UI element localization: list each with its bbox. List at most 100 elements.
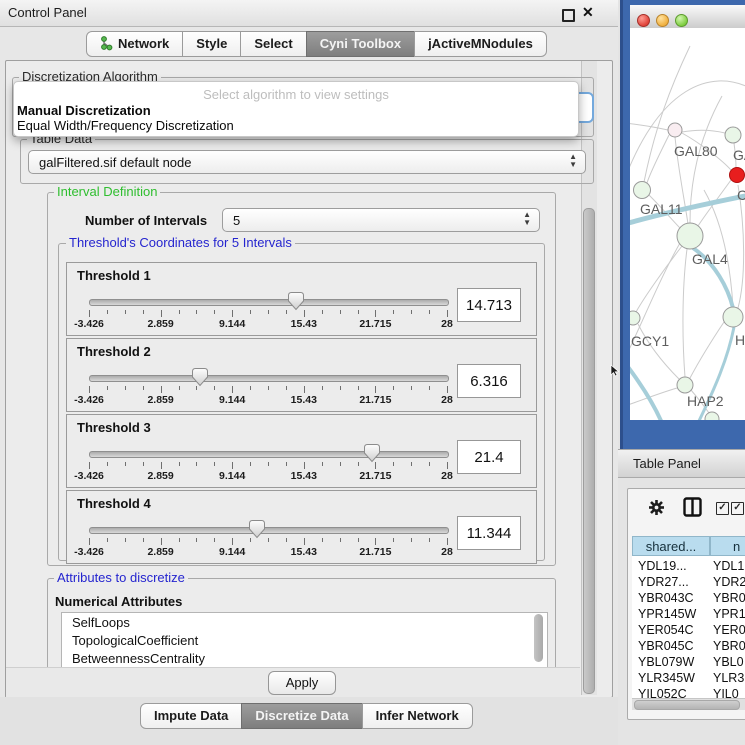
panel-scrollbar-thumb[interactable] — [583, 208, 595, 694]
node-label: GA — [733, 147, 745, 163]
control-panel-tabs: Network Style Select Cyni Toolbox jActiv… — [86, 31, 547, 57]
number-of-intervals-combobox[interactable]: 5 ▲▼ — [222, 208, 540, 232]
node-pink[interactable] — [668, 123, 682, 137]
node-table[interactable]: shared... n YDL19...YDL1 YDR27...YDR2 YB… — [632, 536, 745, 698]
table-row[interactable]: YPR145WYPR1 — [632, 607, 745, 624]
node-gal4[interactable] — [677, 223, 703, 249]
tab-style[interactable]: Style — [182, 31, 241, 57]
node-label: GAL80 — [674, 143, 718, 159]
node-label: H — [735, 332, 745, 348]
threshold-4-panel: Threshold 4 -3.4262.8599.14415.4321.7152… — [66, 490, 537, 564]
table-row[interactable]: YBL079WYBL0 — [632, 655, 745, 672]
table-row[interactable]: YLR345WYLR3 — [632, 671, 745, 688]
table-row[interactable]: YBR045CYBR0 — [632, 639, 745, 656]
list-item[interactable]: SelfLoops — [62, 613, 547, 631]
threshold-3-slider[interactable] — [89, 451, 449, 458]
threshold-1-label: Threshold 1 — [77, 268, 151, 283]
threshold-3-slider-thumb[interactable] — [364, 444, 380, 463]
table-scrollbar-thumb[interactable] — [634, 700, 740, 710]
column-header-shared-name[interactable]: shared... — [632, 536, 710, 556]
table-row[interactable]: YDL19...YDL1 — [632, 559, 745, 576]
tab-network[interactable]: Network — [86, 31, 183, 57]
float-window-icon[interactable] — [562, 9, 575, 22]
threshold-1-panel: Threshold 1 -3.4262.8599.14415.4321.7152… — [66, 262, 537, 336]
table-panel-title: Table Panel — [633, 456, 701, 471]
apply-button[interactable]: Apply — [268, 671, 336, 695]
threshold-2-slider-thumb[interactable] — [192, 368, 208, 387]
checkbox-icon[interactable]: ✓ — [716, 502, 729, 515]
node-green[interactable] — [725, 127, 741, 143]
table-data-selected: galFiltered.sif default node — [39, 155, 191, 170]
mouse-cursor — [610, 365, 620, 377]
list-item[interactable]: BetweennessCentrality — [62, 649, 547, 667]
close-icon[interactable]: ✕ — [582, 4, 595, 17]
node-label: GCY1 — [631, 333, 669, 349]
node-labels: GAL80 GA GAL11 C GAL4 GCY1 H HAP2 — [631, 143, 745, 409]
tab-label: Network — [118, 36, 169, 51]
node-red-selected[interactable] — [730, 168, 745, 183]
number-of-intervals-label: Number of Intervals — [85, 213, 207, 228]
table-row[interactable]: YIL052CYIL0 — [632, 687, 745, 698]
threshold-1-slider[interactable] — [89, 299, 449, 306]
stepper-arrows-icon: ▲▼ — [523, 211, 531, 227]
node-label: C — [737, 187, 745, 203]
control-panel-titlebar: Control Panel ✕ — [0, 0, 618, 27]
numerical-attributes-list[interactable]: SelfLoops TopologicalCoefficient Between… — [61, 612, 548, 670]
threshold-3-value-field[interactable] — [457, 440, 521, 474]
table-data-combobox[interactable]: galFiltered.sif default node ▲▼ — [28, 150, 586, 174]
tab-discretize-data[interactable]: Discretize Data — [241, 703, 362, 729]
screen: Control Panel ✕ Network Style Select Cyn… — [0, 0, 745, 745]
dropdown-placeholder-option[interactable]: Select algorithm to view settings — [14, 87, 578, 102]
close-traffic-light[interactable] — [637, 14, 650, 27]
attributes-group-title: Attributes to discretize — [54, 571, 188, 584]
table-row[interactable]: YBR043CYBR0 — [632, 591, 745, 608]
node-label: GAL11 — [640, 201, 683, 217]
threshold-4-slider[interactable] — [89, 527, 449, 534]
table-row[interactable]: YER054CYER0 — [632, 623, 745, 640]
thresholds-group-title: Threshold's Coordinates for 5 Intervals — [66, 236, 295, 249]
dropdown-option-manual-discretization[interactable]: Manual Discretization — [16, 103, 572, 118]
table-row[interactable]: YDR27...YDR2 — [632, 575, 745, 592]
node-label: HAP2 — [687, 393, 724, 409]
threshold-3-panel: Threshold 3 -3.4262.8599.14415.4321.7152… — [66, 414, 537, 488]
numerical-attributes-label: Numerical Attributes — [55, 594, 182, 609]
threshold-2-value-field[interactable] — [457, 364, 521, 398]
network-window-titlebar — [630, 5, 745, 29]
stepper-arrows-icon: ▲▼ — [569, 153, 577, 169]
panel-title: Control Panel — [8, 5, 87, 20]
tab-impute-data[interactable]: Impute Data — [140, 703, 242, 729]
column-header-name[interactable]: n — [710, 536, 745, 556]
network-canvas[interactable]: GAL80 GA GAL11 C GAL4 GCY1 H HAP2 — [630, 28, 745, 420]
algorithm-dropdown-popup: Select algorithm to view settings Manual… — [13, 81, 579, 137]
node-gcy1[interactable] — [630, 311, 640, 325]
threshold-2-panel: Threshold 2 -3.4262.8599.14415.4321.7152… — [66, 338, 537, 412]
number-of-intervals-value: 5 — [233, 213, 240, 228]
list-item[interactable]: TopologicalCoefficient — [62, 631, 547, 649]
attributes-list-scrollbar[interactable] — [534, 614, 543, 662]
threshold-4-slider-thumb[interactable] — [249, 520, 265, 539]
control-panel-window: Control Panel ✕ Network Style Select Cyn… — [0, 0, 618, 745]
tab-select[interactable]: Select — [240, 31, 306, 57]
cyni-bottom-tabs: Impute Data Discretize Data Infer Networ… — [140, 703, 473, 729]
zoom-traffic-light[interactable] — [675, 14, 688, 27]
split-columns-icon[interactable] — [683, 497, 702, 517]
tab-infer-network[interactable]: Infer Network — [362, 703, 473, 729]
threshold-2-slider[interactable] — [89, 375, 449, 382]
network-window: GAL80 GA GAL11 C GAL4 GCY1 H HAP2 — [630, 5, 745, 420]
tab-jactivemnodules[interactable]: jActiveMNodules — [414, 31, 547, 57]
node-green[interactable] — [723, 307, 743, 327]
threshold-3-label: Threshold 3 — [77, 420, 151, 435]
threshold-4-value-field[interactable] — [457, 516, 521, 550]
tab-cyni-toolbox[interactable]: Cyni Toolbox — [306, 31, 415, 57]
node-green[interactable] — [705, 412, 719, 420]
checkbox-icon[interactable]: ✓ — [731, 502, 744, 515]
node-label: GAL4 — [692, 251, 728, 267]
gear-icon[interactable] — [648, 499, 665, 516]
node-hap2[interactable] — [677, 377, 693, 393]
network-icon — [100, 36, 113, 51]
threshold-1-slider-thumb[interactable] — [288, 292, 304, 311]
minimize-traffic-light[interactable] — [656, 14, 669, 27]
threshold-1-value-field[interactable] — [457, 288, 521, 322]
node-gal11[interactable] — [634, 182, 651, 199]
dropdown-option-equal-width-frequency[interactable]: Equal Width/Frequency Discretization — [16, 118, 572, 133]
